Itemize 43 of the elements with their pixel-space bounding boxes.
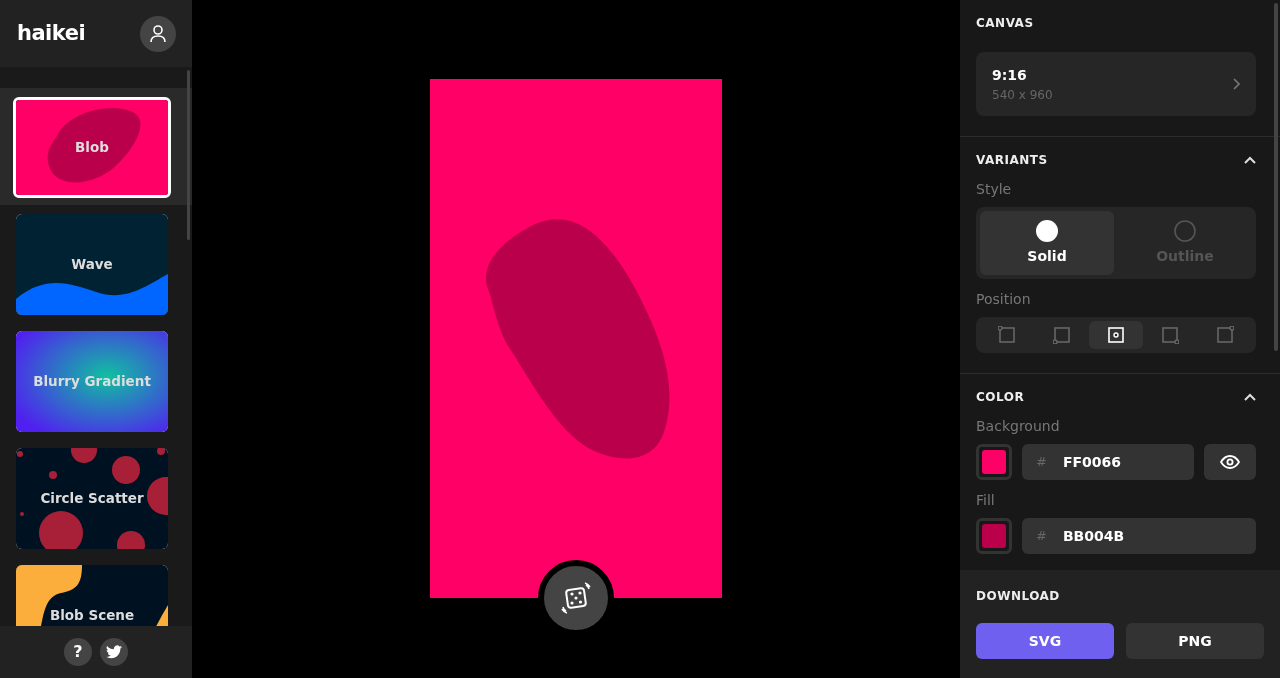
position-icon <box>1107 326 1125 344</box>
generator-card[interactable]: Blob Scene <box>16 565 168 626</box>
section-heading: VARIANTS <box>976 152 1048 169</box>
position-icon <box>998 326 1017 344</box>
scrollbar[interactable] <box>187 70 190 240</box>
field-label: Fill <box>976 491 996 510</box>
section-heading: CANVAS <box>976 15 1035 32</box>
circle-icon <box>1174 219 1196 242</box>
position-icon <box>1215 326 1234 344</box>
logo: haikei <box>17 19 86 47</box>
hex-input-field[interactable]: # BB004B <box>1022 518 1256 554</box>
download-button[interactable]: SVG <box>976 623 1114 659</box>
hex-input-field[interactable]: # FF0066 <box>1022 444 1194 480</box>
section-heading: DOWNLOAD <box>976 588 1061 605</box>
bird-icon <box>106 645 122 659</box>
scrollbar[interactable] <box>1274 3 1278 351</box>
help-button[interactable]: ? <box>64 638 92 666</box>
generator-card[interactable]: Circle Scatter <box>16 448 168 549</box>
collapse-icon[interactable] <box>1244 393 1256 401</box>
color-swatch[interactable] <box>976 518 1012 554</box>
eye-icon <box>1220 455 1240 469</box>
field-label: Position <box>976 290 1032 309</box>
user-icon <box>148 23 168 44</box>
account-button[interactable] <box>140 15 176 52</box>
twitter-button[interactable] <box>100 638 128 666</box>
section-heading: COLOR <box>976 389 1025 406</box>
filled-circle-icon <box>1036 219 1058 242</box>
generator-card[interactable]: Blurry Gradient <box>16 331 168 432</box>
field-label: Style <box>976 180 1013 199</box>
position-icon <box>1052 326 1071 344</box>
download-button[interactable]: PNG <box>1126 623 1264 659</box>
collapse-icon[interactable] <box>1244 156 1256 164</box>
field-label: Background <box>976 417 1061 436</box>
dice-icon <box>559 581 593 615</box>
generator-card[interactable]: Blob <box>13 97 171 198</box>
chevron-right-icon <box>1232 78 1240 90</box>
canvas-size-button[interactable]: 9:16 540 x 960 <box>976 52 1256 116</box>
position-icon <box>1161 326 1180 344</box>
visibility-button[interactable] <box>1204 444 1256 480</box>
position-option[interactable] <box>1088 321 1144 349</box>
generator-card[interactable]: Wave <box>16 214 168 315</box>
color-swatch[interactable] <box>976 444 1012 480</box>
style-option[interactable]: Solid <box>980 211 1114 275</box>
